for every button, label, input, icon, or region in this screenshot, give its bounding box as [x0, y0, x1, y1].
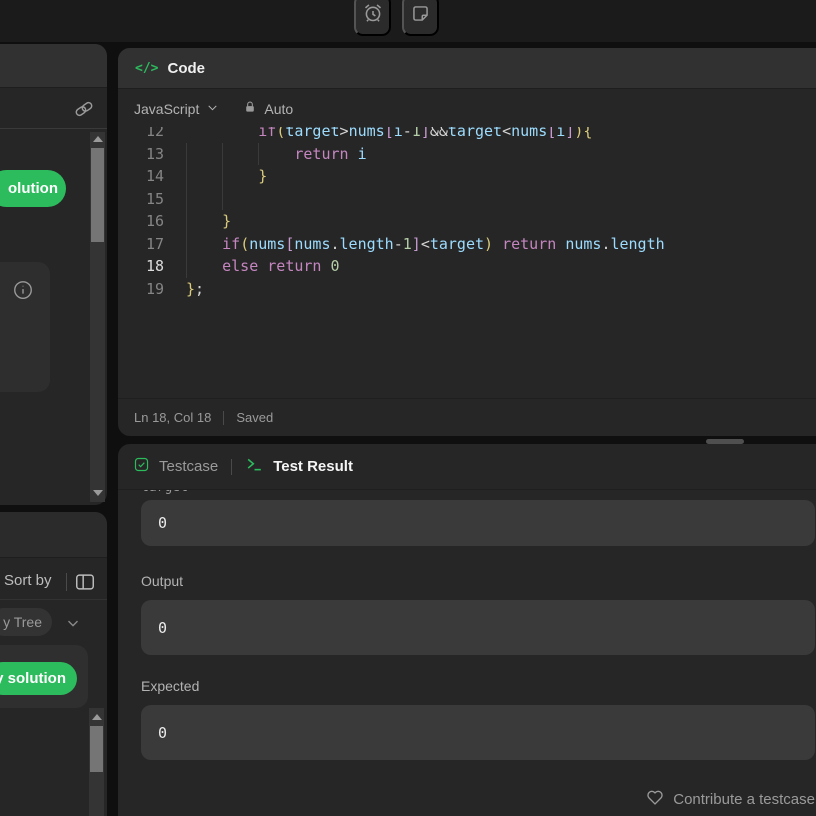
line-number: 13 — [118, 143, 164, 166]
heart-icon — [645, 787, 665, 811]
testcase-panel: Testcase Test Result target = 0 Output 0… — [118, 444, 816, 816]
info-card[interactable] — [0, 262, 50, 392]
auto-label: Auto — [264, 101, 293, 117]
topic-tag-chip[interactable]: y Tree — [0, 608, 52, 636]
alarm-clock-icon — [362, 2, 384, 27]
saved-indicator: Saved — [236, 410, 273, 425]
checkbox-check-icon — [133, 456, 150, 478]
description-scrollbar[interactable] — [90, 132, 105, 502]
info-icon — [12, 279, 34, 301]
scrollbar-thumb[interactable] — [90, 726, 103, 772]
description-panel-header — [0, 44, 107, 88]
scrollbar-thumb[interactable] — [91, 148, 104, 242]
timer-button[interactable] — [354, 0, 391, 36]
solutions-toolbar: Sort by — [0, 564, 107, 600]
contribute-label: Contribute a testcase — [673, 791, 815, 808]
testcase-content[interactable]: target = 0 Output 0 Expected 0 Contribut… — [118, 490, 816, 816]
code-line: 12 if(target>nums[i-1]&&target<nums[i]){ — [118, 127, 816, 143]
indent-guide — [258, 143, 259, 166]
testcase-tab-bar: Testcase Test Result — [118, 444, 816, 490]
cursor-position-indicator: Ln 18, Col 18 — [134, 410, 211, 425]
code-editor[interactable]: 12 if(target>nums[i-1]&&target<nums[i]){… — [118, 127, 816, 398]
expected-label: Expected — [141, 678, 816, 694]
line-number: 16 — [118, 210, 164, 233]
tab-test-result-label: Test Result — [273, 458, 353, 475]
param-label: target = — [141, 490, 816, 498]
toolbar-divider — [66, 573, 67, 591]
scroll-down-arrow[interactable] — [93, 490, 103, 496]
status-divider — [223, 411, 224, 425]
terminal-icon — [245, 455, 264, 479]
contribute-testcase-button[interactable]: Contribute a testcase — [141, 787, 816, 811]
description-panel: olution — [0, 44, 107, 505]
sticky-note-icon — [410, 3, 431, 27]
code-toolbar: JavaScript Auto — [118, 90, 816, 127]
copy-link-button[interactable] — [73, 98, 95, 120]
code-icon: </> — [135, 61, 158, 76]
layout-toggle-button[interactable] — [74, 571, 96, 593]
editor-status-bar: Ln 18, Col 18 Saved — [118, 398, 816, 436]
code-line: 19}; — [118, 278, 816, 301]
code-panel-title: Code — [167, 60, 205, 77]
top-bar — [0, 0, 816, 42]
language-selector[interactable]: JavaScript — [134, 101, 219, 117]
tab-testcase-label: Testcase — [159, 458, 218, 475]
line-number: 14 — [118, 165, 164, 188]
my-solution-button[interactable]: y solution — [0, 662, 77, 695]
solution-list-item[interactable]: y solution — [0, 645, 88, 708]
chevron-down-icon — [206, 101, 219, 117]
tab-testcase[interactable]: Testcase — [133, 456, 218, 478]
app-window: olution Sort by — [0, 0, 816, 816]
code-line: 17 if(nums[nums.length-1]<target) return… — [118, 233, 816, 256]
language-label: JavaScript — [134, 101, 199, 117]
solution-button[interactable]: olution — [0, 170, 66, 207]
lock-icon — [243, 100, 257, 117]
expected-value-box: 0 — [141, 705, 815, 760]
code-panel-header: </> Code — [118, 48, 816, 89]
indent-guide — [186, 143, 187, 278]
notes-button[interactable] — [402, 0, 439, 36]
auto-toggle[interactable]: Auto — [243, 100, 293, 117]
scroll-up-arrow[interactable] — [92, 714, 102, 720]
columns-layout-icon — [74, 580, 96, 597]
code-line: 16 } — [118, 210, 816, 233]
line-number: 19 — [118, 278, 164, 301]
code-line: 18 else return 0 — [118, 255, 816, 278]
solutions-scrollbar[interactable] — [89, 708, 104, 816]
description-toolbar — [0, 89, 107, 129]
chevron-down-icon[interactable] — [64, 614, 82, 632]
code-panel: </> Code JavaScript Auto — [118, 48, 816, 436]
link-icon — [73, 107, 95, 124]
tab-divider — [231, 459, 232, 475]
tab-test-result[interactable]: Test Result — [245, 455, 353, 479]
sort-by-button[interactable]: Sort by — [4, 572, 52, 589]
target-input[interactable]: 0 — [141, 500, 815, 546]
solutions-panel-header — [0, 512, 107, 558]
indent-guide — [222, 143, 223, 211]
scroll-up-arrow[interactable] — [93, 136, 103, 142]
line-number: 18 — [118, 255, 164, 278]
output-label: Output — [141, 573, 816, 589]
solutions-panel: Sort by y Tree y solution — [0, 512, 107, 816]
output-value-box: 0 — [141, 600, 815, 655]
line-number: 17 — [118, 233, 164, 256]
line-number: 12 — [118, 127, 164, 143]
line-number: 15 — [118, 188, 164, 211]
